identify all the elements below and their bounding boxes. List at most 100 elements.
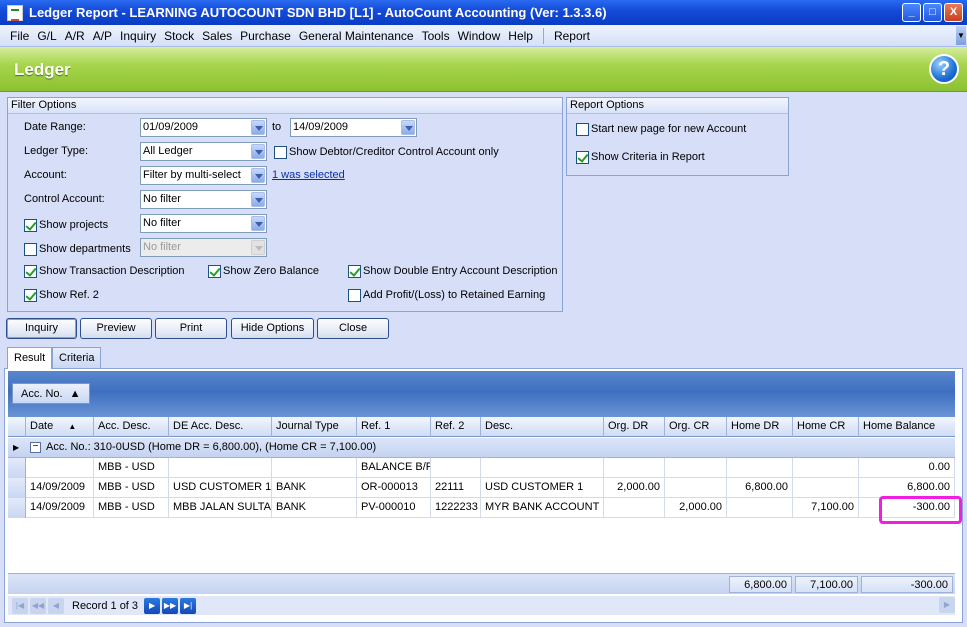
menu-report[interactable]: Report	[550, 29, 594, 43]
cell-home-dr: 6,800.00	[727, 478, 793, 498]
preview-button[interactable]: Preview	[80, 318, 152, 339]
ledger-type-select[interactable]: All Ledger	[140, 142, 267, 161]
close-window-button[interactable]: X	[944, 3, 963, 22]
cell-home-balance: 0.00	[859, 458, 955, 478]
show-control-only-checkbox[interactable]	[274, 146, 287, 159]
show-double-entry-label: Show Double Entry Account Description	[363, 265, 558, 277]
highlight-annotation	[879, 496, 962, 524]
menu-sales[interactable]: Sales	[198, 29, 236, 43]
menu-ap[interactable]: A/P	[89, 29, 116, 43]
col-ref1[interactable]: Ref. 1	[357, 417, 431, 437]
row-indicator[interactable]	[8, 498, 26, 518]
menu-gl[interactable]: G/L	[33, 29, 60, 43]
prev-page-icon[interactable]: ◀◀	[30, 597, 46, 614]
page-header: Ledger ?	[0, 48, 967, 92]
projects-select[interactable]: No filter	[140, 214, 267, 233]
scroll-right-icon[interactable]: ▶	[939, 597, 955, 613]
table-row[interactable]: 14/09/2009 MBB - USD USD CUSTOMER 1 BANK…	[8, 478, 955, 498]
group-row[interactable]: ▶ − Acc. No.: 310-0USD (Home DR = 6,800.…	[8, 438, 955, 458]
chevron-down-icon[interactable]	[251, 144, 265, 159]
account-value: Filter by multi-select	[143, 169, 241, 181]
cell-org-cr: 2,000.00	[665, 498, 727, 518]
show-zero-balance-checkbox[interactable]	[208, 265, 221, 278]
account-selected-link[interactable]: 1 was selected	[272, 169, 345, 181]
show-ref2-label: Show Ref. 2	[39, 289, 99, 301]
total-home-dr: 6,800.00	[729, 576, 792, 593]
date-from-picker[interactable]: 01/09/2009	[140, 118, 267, 137]
chevron-down-icon[interactable]	[401, 120, 415, 135]
row-pointer-icon: ▶	[13, 443, 20, 452]
col-home-cr[interactable]: Home CR	[793, 417, 859, 437]
group-by-acc-no[interactable]: Acc. No. ▲	[12, 383, 90, 404]
title-bar: Ledger Report - LEARNING AUTOCOUNT SDN B…	[0, 0, 967, 25]
close-button[interactable]: Close	[317, 318, 389, 339]
cell-journal-type	[272, 458, 357, 478]
show-ref2-checkbox[interactable]	[24, 289, 37, 302]
show-departments-checkbox[interactable]	[24, 243, 37, 256]
window-controls: _ □ X	[902, 3, 963, 22]
row-indicator[interactable]	[8, 478, 26, 498]
departments-value: No filter	[143, 241, 181, 253]
table-row[interactable]: MBB - USD BALANCE B/F 0.00	[8, 458, 955, 478]
cell-home-dr	[727, 498, 793, 518]
prev-record-icon[interactable]: ◀	[48, 597, 64, 614]
show-control-only-label: Show Debtor/Creditor Control Account onl…	[289, 146, 499, 158]
show-trans-desc-checkbox[interactable]	[24, 265, 37, 278]
menu-stock[interactable]: Stock	[160, 29, 198, 43]
col-date-label: Date	[30, 420, 54, 432]
cell-ref1: OR-000013	[357, 478, 431, 498]
minimize-button[interactable]: _	[902, 3, 921, 22]
maximize-button[interactable]: □	[923, 3, 942, 22]
cell-home-cr: 7,100.00	[793, 498, 859, 518]
menu-help[interactable]: Help	[504, 29, 537, 43]
chevron-down-icon[interactable]	[251, 168, 265, 183]
date-to-picker[interactable]: 14/09/2009	[290, 118, 417, 137]
tab-result[interactable]: Result	[7, 347, 53, 369]
report-options-group: Report Options	[566, 97, 789, 176]
menu-file[interactable]: File	[6, 29, 33, 43]
show-projects-label: Show projects	[39, 219, 109, 231]
account-select[interactable]: Filter by multi-select	[140, 166, 267, 185]
chevron-down-icon[interactable]	[251, 120, 265, 135]
menu-tools[interactable]: Tools	[418, 29, 454, 43]
inquiry-button[interactable]: Inquiry	[6, 318, 77, 339]
menu-general-maintenance[interactable]: General Maintenance	[295, 29, 418, 43]
tab-criteria[interactable]: Criteria	[52, 347, 102, 368]
col-acc-desc[interactable]: Acc. Desc.	[94, 417, 169, 437]
col-date[interactable]: Date ▲	[26, 417, 94, 437]
col-desc[interactable]: Desc.	[481, 417, 604, 437]
menu-overflow-icon[interactable]: ▼	[956, 26, 966, 45]
menu-inquiry[interactable]: Inquiry	[116, 29, 160, 43]
col-journal-type[interactable]: Journal Type	[272, 417, 357, 437]
filter-options-title: Filter Options	[8, 98, 562, 114]
chevron-down-icon[interactable]	[251, 192, 265, 207]
last-record-icon[interactable]: ▶|	[180, 597, 197, 614]
collapse-icon[interactable]: −	[30, 442, 41, 453]
col-org-cr[interactable]: Org. CR	[665, 417, 727, 437]
control-account-value: No filter	[143, 193, 181, 205]
next-record-icon[interactable]: ▶	[144, 597, 161, 614]
row-indicator[interactable]	[8, 458, 26, 478]
menu-ar[interactable]: A/R	[61, 29, 89, 43]
chevron-down-icon[interactable]	[251, 216, 265, 231]
menu-window[interactable]: Window	[454, 29, 505, 43]
col-home-dr[interactable]: Home DR	[727, 417, 793, 437]
first-record-icon[interactable]: |◀	[12, 597, 28, 614]
menu-separator	[542, 27, 544, 44]
col-de-acc-desc[interactable]: DE Acc. Desc.	[169, 417, 272, 437]
col-org-dr[interactable]: Org. DR	[604, 417, 665, 437]
add-profit-checkbox[interactable]	[348, 289, 361, 302]
menu-purchase[interactable]: Purchase	[236, 29, 295, 43]
show-double-entry-checkbox[interactable]	[348, 265, 361, 278]
show-projects-checkbox[interactable]	[24, 219, 37, 232]
table-row[interactable]: 14/09/2009 MBB - USD MBB JALAN SULTAN BA…	[8, 498, 955, 518]
print-button[interactable]: Print	[155, 318, 227, 339]
new-page-checkbox[interactable]	[576, 123, 589, 136]
next-page-icon[interactable]: ▶▶	[162, 597, 179, 614]
control-account-select[interactable]: No filter	[140, 190, 267, 209]
show-criteria-checkbox[interactable]	[576, 151, 589, 164]
help-icon[interactable]: ?	[929, 54, 959, 84]
col-ref2[interactable]: Ref. 2	[431, 417, 481, 437]
hide-options-button[interactable]: Hide Options	[231, 318, 314, 339]
col-home-balance[interactable]: Home Balance	[859, 417, 955, 437]
